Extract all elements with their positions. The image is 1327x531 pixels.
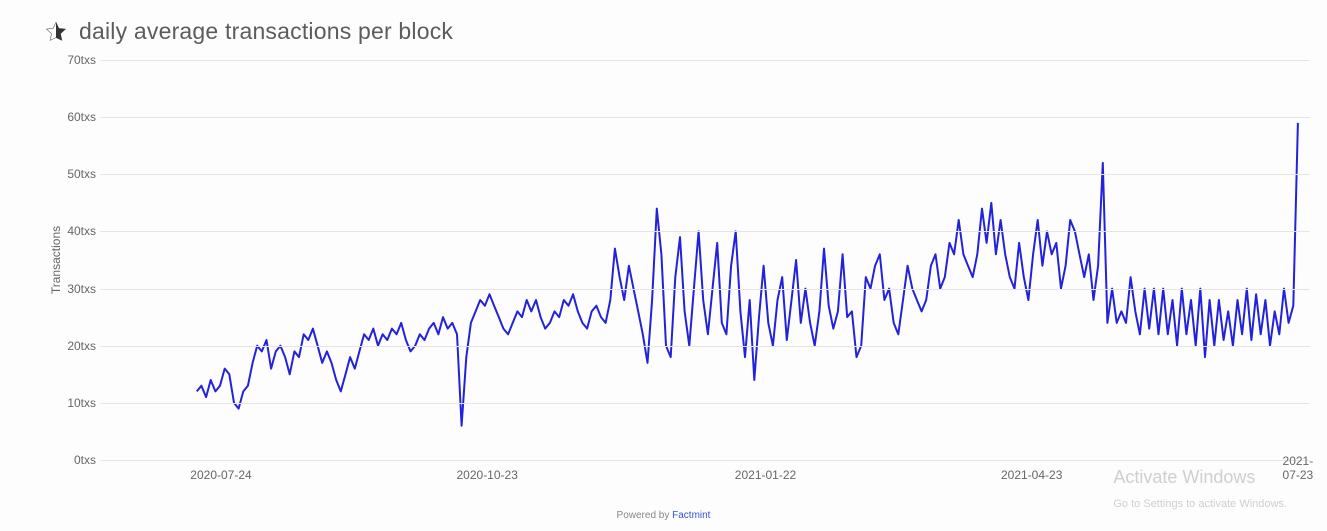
y-tick-label: 40txs (60, 224, 96, 238)
y-tick-label: 20txs (60, 339, 96, 353)
y-tick-label: 70txs (60, 53, 96, 67)
gridline (100, 117, 1310, 118)
x-tick-label: 2020-07-24 (190, 468, 251, 482)
y-tick-label: 60txs (60, 110, 96, 124)
gridline (100, 460, 1310, 461)
powered-by-prefix: Powered by (617, 510, 673, 521)
chart-line (100, 60, 1310, 460)
y-tick-label: 10txs (60, 396, 96, 410)
powered-by-link[interactable]: Factmint (672, 510, 710, 521)
chart-title: daily average transactions per block (79, 18, 453, 45)
y-tick-label: 0txs (60, 453, 96, 467)
windows-watermark: Activate Windows Go to Settings to activ… (1113, 466, 1287, 513)
watermark-line-2: Go to Settings to activate Windows. (1113, 498, 1287, 510)
watermark-line-1: Activate Windows (1113, 466, 1287, 489)
star-icon[interactable] (45, 21, 67, 43)
x-tick-label: 2021-07-23 (1283, 454, 1314, 482)
gridline (100, 403, 1310, 404)
y-tick-label: 50txs (60, 167, 96, 181)
x-tick-label: 2021-04-23 (1001, 468, 1062, 482)
chart-title-row: daily average transactions per block (45, 18, 453, 45)
gridline (100, 60, 1310, 61)
data-line (197, 123, 1298, 426)
y-tick-label: 30txs (60, 282, 96, 296)
gridline (100, 174, 1310, 175)
gridline (100, 289, 1310, 290)
gridline (100, 346, 1310, 347)
x-tick-label: 2020-10-23 (456, 468, 517, 482)
x-tick-label: 2021-01-22 (735, 468, 796, 482)
gridline (100, 231, 1310, 232)
chart-area: 0txs10txs20txs30txs40txs50txs60txs70txs2… (60, 60, 1310, 460)
